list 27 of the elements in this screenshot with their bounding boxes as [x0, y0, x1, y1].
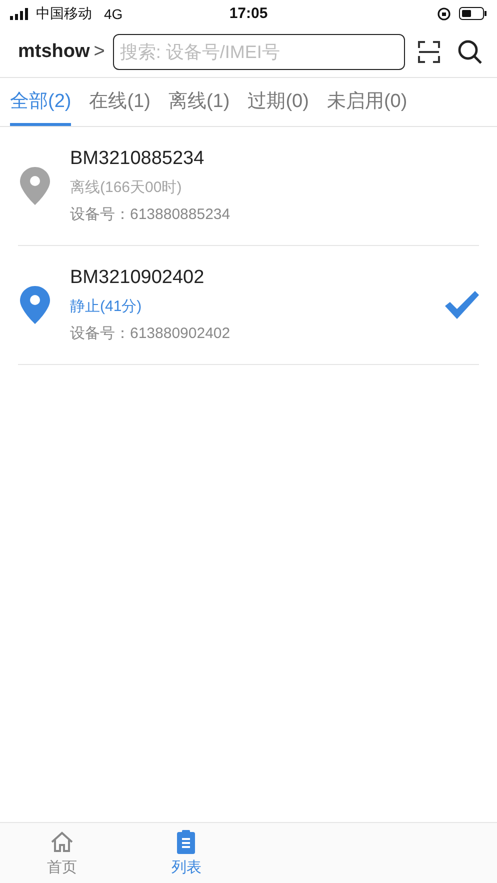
clock-time: 17:05	[229, 5, 268, 22]
device-name[interactable]: BM3210885234	[70, 148, 479, 170]
signal-icon	[10, 8, 30, 20]
search-field[interactable]: 搜索: 设备号/IMEI号	[112, 34, 405, 70]
clipboard-icon	[177, 830, 196, 854]
filter-tab[interactable]: 未启用(0)	[326, 78, 408, 126]
carrier-name: 中国移动	[36, 4, 92, 22]
filter-tab[interactable]: 离线(1)	[168, 78, 230, 126]
nav-tab[interactable]: 首页	[0, 823, 124, 883]
device-status: 离线(166天00时)	[70, 178, 183, 197]
map-pin-icon	[20, 167, 50, 205]
map-pin-icon	[20, 286, 50, 324]
chevron-glyph[interactable]: >	[94, 41, 105, 63]
account-name[interactable]: mtshow	[18, 41, 90, 63]
network-type: 4G	[104, 6, 123, 22]
device-id: 设备号：613880885234	[70, 205, 232, 224]
home-icon	[50, 830, 74, 854]
filter-tab[interactable]: 在线(1)	[89, 78, 150, 126]
device-status: 静止(41分)	[70, 297, 143, 316]
filter-tab[interactable]: 全部(2)	[10, 78, 72, 126]
nav-tab[interactable]: 列表	[124, 823, 248, 883]
check-icon[interactable]	[445, 291, 479, 319]
battery-icon	[459, 7, 487, 20]
device-name[interactable]: BM3210902402	[70, 267, 445, 289]
rotation-lock-icon	[437, 6, 451, 20]
filter-tab[interactable]: 过期(0)	[248, 78, 309, 126]
device-id: 设备号：613880902402	[70, 324, 232, 343]
